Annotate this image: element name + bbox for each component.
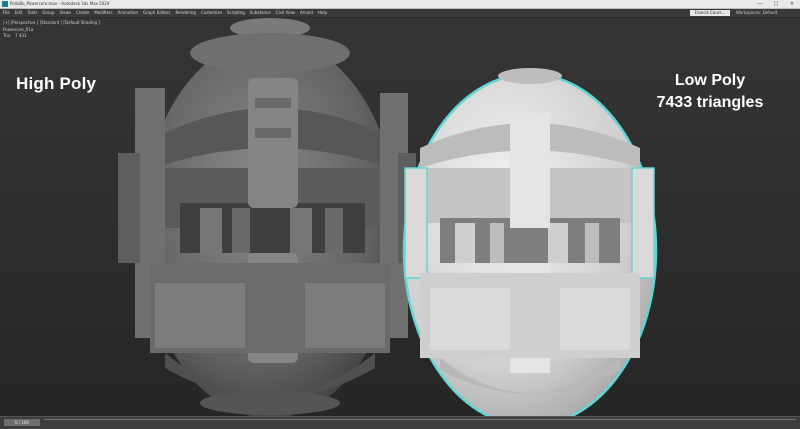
menu-modifiers[interactable]: Modifiers: [94, 9, 112, 17]
menu-animation[interactable]: Animation: [118, 9, 138, 17]
low-poly-title: Low Poly: [674, 72, 746, 89]
menu-edit[interactable]: Edit: [15, 9, 23, 17]
workspace-value[interactable]: Default: [763, 10, 778, 15]
menu-file[interactable]: File: [3, 9, 10, 17]
menu-substance[interactable]: Substance: [250, 9, 271, 17]
high-poly-label: High Poly: [16, 74, 97, 93]
maximize-button[interactable]: □: [768, 0, 784, 8]
high-poly-model[interactable]: [118, 18, 416, 416]
minimize-button[interactable]: —: [752, 0, 768, 8]
perspective-viewport[interactable]: [+] [Perspective ] [Standard ] [Default …: [0, 18, 800, 416]
time-slider[interactable]: 0 / 100: [4, 419, 40, 426]
close-button[interactable]: ✕: [784, 0, 800, 8]
menu-group[interactable]: Group: [42, 9, 54, 17]
low-poly-label: Low Poly 7433 triangles: [640, 70, 780, 114]
menu-scripting[interactable]: Scripting: [227, 9, 245, 17]
menu-views[interactable]: Views: [60, 9, 72, 17]
triangle-count: 7433 triangles: [656, 94, 764, 111]
menu-help[interactable]: Help: [318, 9, 327, 17]
workspace-selector[interactable]: Workspaces: Default: [736, 9, 777, 17]
app-icon: [2, 1, 8, 7]
timeline-track[interactable]: [44, 419, 796, 427]
menu-graph-editors[interactable]: Graph Editors: [143, 9, 170, 17]
window-title: PolloBo_Powercore.max - Autodesk 3ds Max…: [10, 1, 110, 6]
low-poly-model[interactable]: [402, 68, 658, 416]
menu-tools[interactable]: Tools: [27, 9, 37, 17]
menu-arnold[interactable]: Arnold: [300, 9, 313, 17]
workspace-label: Workspaces:: [736, 10, 762, 15]
title-bar: PolloBo_Powercore.max - Autodesk 3ds Max…: [0, 0, 800, 9]
time-slider-bar: 0 / 100: [0, 416, 800, 429]
menu-bar: File Edit Tools Group Views Create Modif…: [0, 9, 800, 17]
user-account-button[interactable]: Francis Cours...: [690, 10, 730, 16]
menu-civil-view[interactable]: Civil View: [276, 9, 295, 17]
menu-rendering[interactable]: Rendering: [176, 9, 196, 17]
menu-create[interactable]: Create: [76, 9, 89, 17]
menu-customize[interactable]: Customize: [201, 9, 222, 17]
window-controls: — □ ✕: [752, 0, 800, 8]
